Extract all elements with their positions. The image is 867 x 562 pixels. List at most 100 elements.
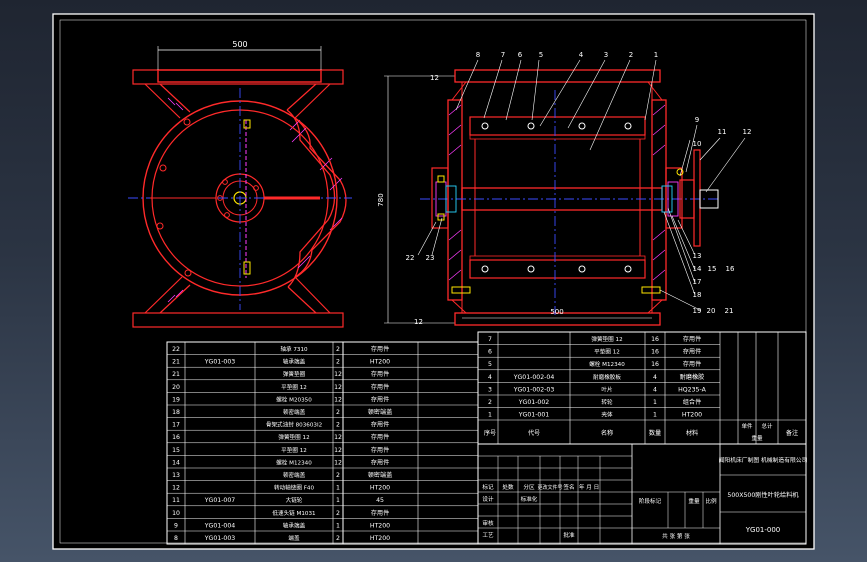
- bom-header-unit-weight: 单件: [741, 422, 753, 430]
- bom-left-qty: 1: [336, 522, 340, 529]
- bom-right-no: 1: [488, 412, 492, 419]
- bom-right-qty: 4: [653, 374, 657, 381]
- bom-left-name: 螺栓 M20350: [276, 395, 312, 403]
- balloon-7: 7: [501, 51, 505, 59]
- label-ratio: 比例: [705, 497, 717, 505]
- bom-left-code: YG01-003: [204, 535, 236, 542]
- balloon-17: 17: [693, 278, 702, 286]
- bom-left-mat: 45: [376, 497, 384, 504]
- bom-right-qty: 1: [653, 412, 657, 419]
- label-weight: 重量: [688, 497, 700, 505]
- bom-header-name: 名称: [601, 429, 613, 437]
- bom-right-name: 弹簧垫圈 12: [591, 335, 622, 343]
- bom-left-name: 骨架式油封 803603I2: [266, 421, 322, 429]
- bom-right-name: 壳体: [601, 411, 613, 419]
- bom-left-qty: 1: [336, 497, 340, 504]
- drawing-canvas: 500 780 12 12 500 1234567891011 121314 1…: [52, 13, 815, 550]
- bom-left-mat: 存用件: [371, 383, 390, 391]
- cad-viewport: 500 780 12 12 500 1 2 3 4 5 6 7 8 9 10 1…: [0, 0, 867, 562]
- balloon-12: 12: [743, 128, 752, 136]
- bom-left-mat: HT200: [370, 359, 390, 366]
- bom-left-qty: 2: [336, 535, 340, 542]
- bom-left-name: 弹簧垫圈: [283, 370, 306, 378]
- balloon-8: 8: [476, 51, 480, 59]
- label-change-doc: 更改文件号: [537, 484, 562, 491]
- bom-left-no: 10: [172, 510, 180, 517]
- bom-left-mat: HT200: [370, 522, 390, 529]
- top-flange: [157, 69, 322, 83]
- drawing-number: YG01-000: [745, 526, 781, 534]
- bom-header-code: 代号: [528, 429, 540, 437]
- bom-right-no: 4: [488, 374, 492, 381]
- bom-left-mat: 存用件: [371, 458, 390, 466]
- bom-left-mat: HT200: [370, 535, 390, 542]
- bom-right-no: 3: [488, 386, 492, 393]
- bom-right-no: 2: [488, 399, 492, 406]
- bom-left-qty: 2: [336, 422, 340, 429]
- bom-left-name: 转动轴链圈 F40: [274, 484, 315, 492]
- bom-header-no: 序号: [484, 429, 496, 437]
- bom-header-qty: 数量: [649, 429, 661, 437]
- balloon-3: 3: [604, 51, 608, 59]
- label-process: 工艺: [482, 532, 494, 539]
- bom-left-qty: 2: [336, 510, 340, 517]
- bom-left-no: 18: [172, 409, 180, 416]
- bom-left-no: 15: [172, 447, 180, 454]
- bom-left-qty: 12: [334, 447, 342, 454]
- balloon-20: 20: [707, 307, 716, 315]
- bom-left-name: 大链轮: [286, 496, 303, 504]
- bom-left-qty: 12: [334, 459, 342, 466]
- label-sign: 签名: [563, 483, 574, 491]
- balloon-15: 15: [708, 265, 717, 273]
- label-approve: 批准: [563, 531, 575, 539]
- balloon-23: 23: [426, 254, 435, 262]
- bom-left-name: 顿密端盖: [283, 408, 306, 416]
- bom-right-mat: 存用件: [683, 360, 702, 368]
- balloon-16: 16: [726, 265, 735, 273]
- bom-left-no: 21: [172, 359, 180, 366]
- balloon-6: 6: [518, 51, 523, 59]
- bom-left-mat: 存用件: [371, 345, 390, 353]
- balloon-4: 4: [579, 51, 584, 59]
- bom-left-mat: 存用件: [371, 509, 390, 517]
- bom-left-no: 9: [174, 522, 178, 529]
- bom-left-no: 13: [172, 472, 180, 479]
- bom-right-qty: 16: [651, 349, 659, 356]
- bom-left-no: 22: [172, 346, 180, 353]
- bom-left-name: 轴承端盖: [283, 521, 306, 529]
- bom-right-name: 螺栓 M12340: [589, 360, 625, 368]
- bom-right-qty: 16: [651, 336, 659, 343]
- bom-left-no: 8: [174, 535, 178, 542]
- bom-left-code: YG01-007: [204, 497, 236, 504]
- bom-left-mat: 存用件: [371, 433, 390, 441]
- product-name: 500X500刚性叶轮给料机: [727, 491, 799, 499]
- bom-header-total-weight: 总计: [761, 422, 773, 430]
- label-mark: 标记: [482, 483, 494, 491]
- balloon-2: 2: [629, 51, 633, 59]
- bom-header-mat: 材料: [686, 429, 698, 437]
- bom-left-code: YG01-004: [204, 522, 236, 529]
- bom-left-name: 弹簧垫圈 12: [278, 433, 309, 441]
- bom-left-qty: 12: [334, 371, 342, 378]
- dim-length-right: 500: [550, 308, 563, 316]
- balloon-10: 10: [693, 140, 702, 148]
- label-date: 年 月 日: [579, 483, 599, 491]
- bottom-flange: [132, 312, 344, 328]
- bom-left-no: 21: [172, 371, 180, 378]
- bom-left-mat: 顿密端盖: [368, 471, 393, 479]
- bom-left-qty: 12: [334, 396, 342, 403]
- balloon-18: 18: [693, 291, 702, 299]
- label-sheets: 共 张 第 张: [662, 532, 690, 540]
- bom-right-name: 耐磨橡胶板: [593, 373, 621, 381]
- dim-width-left: 500: [232, 40, 247, 49]
- bom-table: 22 轴承 7310 2 存用件21 YG01-003 轴承端盖 2 HT20021 弹簧垫圈 1…: [166, 331, 808, 545]
- bom-left-no: 19: [172, 396, 180, 403]
- bom-right-mat: HT200: [682, 412, 702, 419]
- bom-right-mat: HQ235-A: [678, 386, 706, 393]
- bom-left-no: 14: [172, 459, 180, 466]
- label-design: 设计: [482, 495, 494, 503]
- dim-flange-top: 12: [430, 74, 439, 82]
- bom-right-name: 转轮: [601, 398, 613, 406]
- bom-header-remark: 备注: [786, 429, 798, 437]
- bom-left-name: 轴承端盖: [283, 358, 306, 366]
